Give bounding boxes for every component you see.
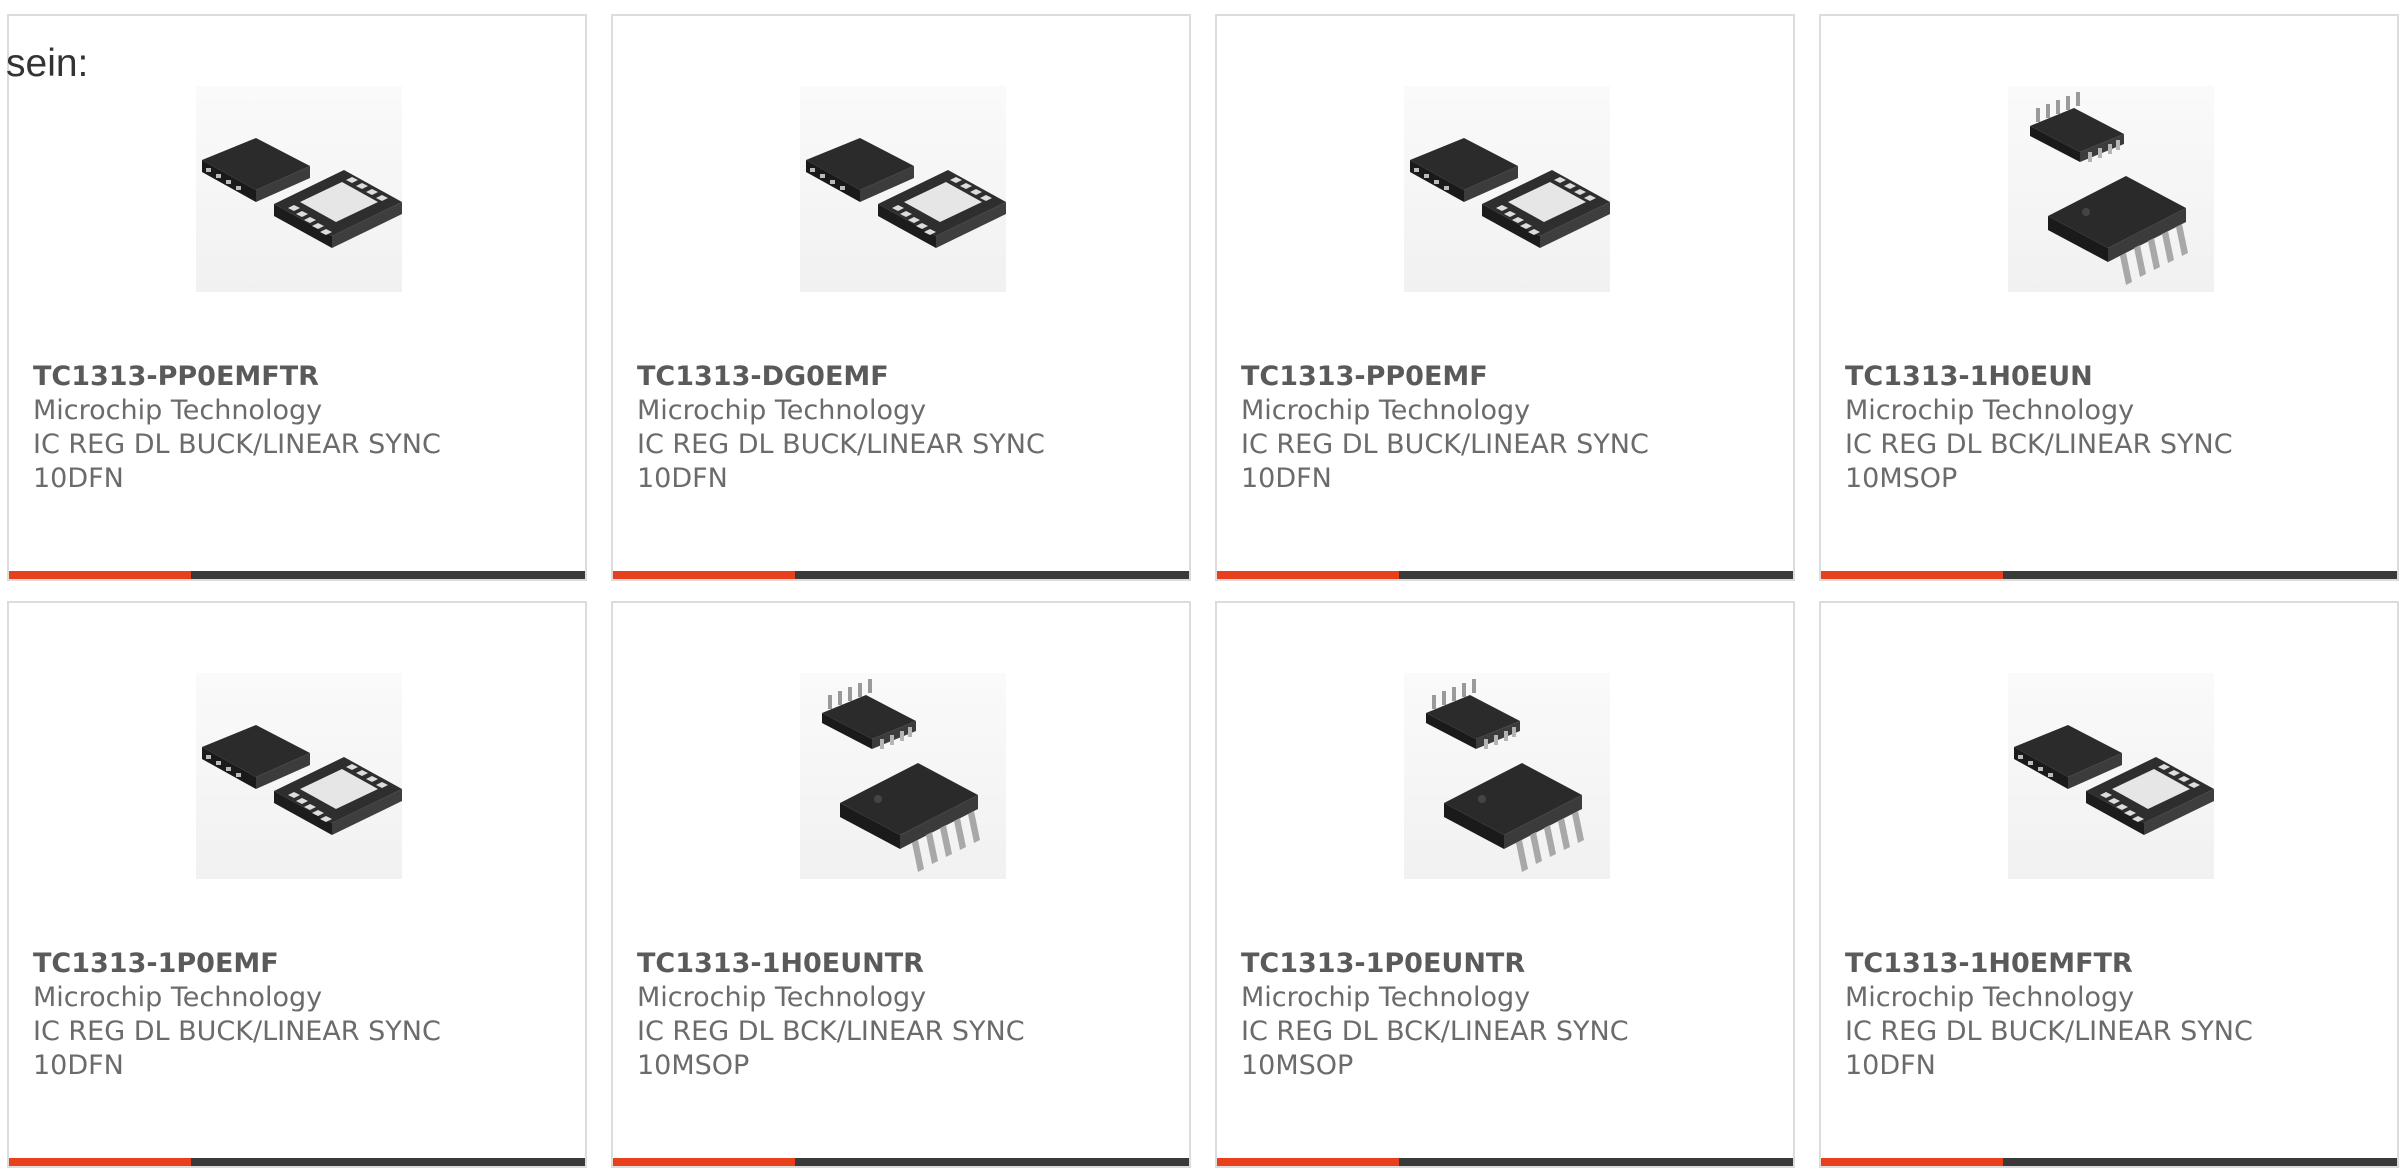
product-description-line2: 10DFN bbox=[637, 463, 728, 494]
card-hover-bar bbox=[613, 571, 1189, 579]
product-part-number[interactable]: TC1313-1P0EMF bbox=[33, 947, 569, 981]
product-manufacturer: Microchip Technology bbox=[1845, 395, 2135, 426]
msop-10-package-icon[interactable] bbox=[800, 673, 1006, 879]
product-description-line1: IC REG DL BUCK/LINEAR SYNC bbox=[637, 429, 1045, 460]
dfn-10-package-icon[interactable] bbox=[800, 86, 1006, 292]
card-hover-bar bbox=[9, 571, 585, 579]
product-description-line1: IC REG DL BUCK/LINEAR SYNC bbox=[1845, 1016, 2253, 1047]
product-part-number[interactable]: TC1313-PP0EMF bbox=[1241, 360, 1777, 394]
product-description-line2: 10DFN bbox=[33, 463, 124, 494]
product-part-number[interactable]: TC1313-1H0EUN bbox=[1845, 360, 2381, 394]
card-hover-bar bbox=[613, 1158, 1189, 1166]
product-description-line1: IC REG DL BCK/LINEAR SYNC bbox=[1845, 429, 2233, 460]
dfn-10-package-icon[interactable] bbox=[2008, 673, 2214, 879]
product-card[interactable]: TC1313-1H0EUNTR Microchip Technology IC … bbox=[611, 601, 1191, 1168]
product-info: TC1313-1H0EUNTR Microchip Technology IC … bbox=[637, 947, 1173, 1083]
product-manufacturer: Microchip Technology bbox=[33, 982, 323, 1013]
product-description-line2: 10DFN bbox=[33, 1050, 124, 1081]
dfn-10-package-icon[interactable] bbox=[1404, 86, 1610, 292]
product-description-line1: IC REG DL BUCK/LINEAR SYNC bbox=[33, 1016, 441, 1047]
product-manufacturer: Microchip Technology bbox=[1845, 982, 2135, 1013]
product-part-number[interactable]: TC1313-1H0EUNTR bbox=[637, 947, 1173, 981]
card-hover-bar-accent bbox=[1821, 1158, 2003, 1166]
product-info: TC1313-1H0EMFTR Microchip Technology IC … bbox=[1845, 947, 2381, 1083]
product-card[interactable]: TC1313-PP0EMF Microchip Technology IC RE… bbox=[1215, 14, 1795, 581]
product-description-line1: IC REG DL BUCK/LINEAR SYNC bbox=[1241, 429, 1649, 460]
product-description-line1: IC REG DL BCK/LINEAR SYNC bbox=[637, 1016, 1025, 1047]
dfn-10-package-icon[interactable] bbox=[196, 673, 402, 879]
product-card[interactable]: TC1313-1P0EUNTR Microchip Technology IC … bbox=[1215, 601, 1795, 1168]
product-description-line1: IC REG DL BCK/LINEAR SYNC bbox=[1241, 1016, 1629, 1047]
product-card[interactable]: TC1313-DG0EMF Microchip Technology IC RE… bbox=[611, 14, 1191, 581]
product-description-line1: IC REG DL BUCK/LINEAR SYNC bbox=[33, 429, 441, 460]
product-description-line2: 10DFN bbox=[1845, 1050, 1936, 1081]
card-hover-bar-accent bbox=[9, 1158, 191, 1166]
product-manufacturer: Microchip Technology bbox=[1241, 982, 1531, 1013]
product-part-number[interactable]: TC1313-DG0EMF bbox=[637, 360, 1173, 394]
product-card[interactable]: TC1313-PP0EMFTR Microchip Technology IC … bbox=[7, 14, 587, 581]
product-description-line2: 10MSOP bbox=[637, 1050, 750, 1081]
product-info: TC1313-1P0EUNTR Microchip Technology IC … bbox=[1241, 947, 1777, 1083]
product-manufacturer: Microchip Technology bbox=[33, 395, 323, 426]
product-part-number[interactable]: TC1313-1H0EMFTR bbox=[1845, 947, 2381, 981]
card-hover-bar-accent bbox=[1217, 1158, 1399, 1166]
card-hover-bar-accent bbox=[613, 1158, 795, 1166]
card-hover-bar-accent bbox=[9, 571, 191, 579]
product-info: TC1313-PP0EMF Microchip Technology IC RE… bbox=[1241, 360, 1777, 496]
product-part-number[interactable]: TC1313-1P0EUNTR bbox=[1241, 947, 1777, 981]
card-hover-bar-accent bbox=[1217, 571, 1399, 579]
msop-10-package-icon[interactable] bbox=[2008, 86, 2214, 292]
card-hover-bar bbox=[1217, 1158, 1793, 1166]
intro-text: sein: bbox=[6, 42, 89, 85]
product-grid: TC1313-PP0EMFTR Microchip Technology IC … bbox=[7, 14, 2400, 1168]
product-info: TC1313-1P0EMF Microchip Technology IC RE… bbox=[33, 947, 569, 1083]
product-info: TC1313-PP0EMFTR Microchip Technology IC … bbox=[33, 360, 569, 496]
card-hover-bar-accent bbox=[1821, 571, 2003, 579]
card-hover-bar bbox=[1821, 571, 2397, 579]
product-description-line2: 10MSOP bbox=[1845, 463, 1958, 494]
product-description-line2: 10MSOP bbox=[1241, 1050, 1354, 1081]
product-info: TC1313-DG0EMF Microchip Technology IC RE… bbox=[637, 360, 1173, 496]
product-description-line2: 10DFN bbox=[1241, 463, 1332, 494]
product-manufacturer: Microchip Technology bbox=[1241, 395, 1531, 426]
product-info: TC1313-1H0EUN Microchip Technology IC RE… bbox=[1845, 360, 2381, 496]
card-hover-bar-accent bbox=[613, 571, 795, 579]
product-card[interactable]: TC1313-1H0EMFTR Microchip Technology IC … bbox=[1819, 601, 2399, 1168]
card-hover-bar bbox=[9, 1158, 585, 1166]
product-card[interactable]: TC1313-1H0EUN Microchip Technology IC RE… bbox=[1819, 14, 2399, 581]
product-part-number[interactable]: TC1313-PP0EMFTR bbox=[33, 360, 569, 394]
product-card[interactable]: TC1313-1P0EMF Microchip Technology IC RE… bbox=[7, 601, 587, 1168]
dfn-10-package-icon[interactable] bbox=[196, 86, 402, 292]
msop-10-package-icon[interactable] bbox=[1404, 673, 1610, 879]
card-hover-bar bbox=[1821, 1158, 2397, 1166]
card-hover-bar bbox=[1217, 571, 1793, 579]
product-manufacturer: Microchip Technology bbox=[637, 982, 927, 1013]
product-manufacturer: Microchip Technology bbox=[637, 395, 927, 426]
